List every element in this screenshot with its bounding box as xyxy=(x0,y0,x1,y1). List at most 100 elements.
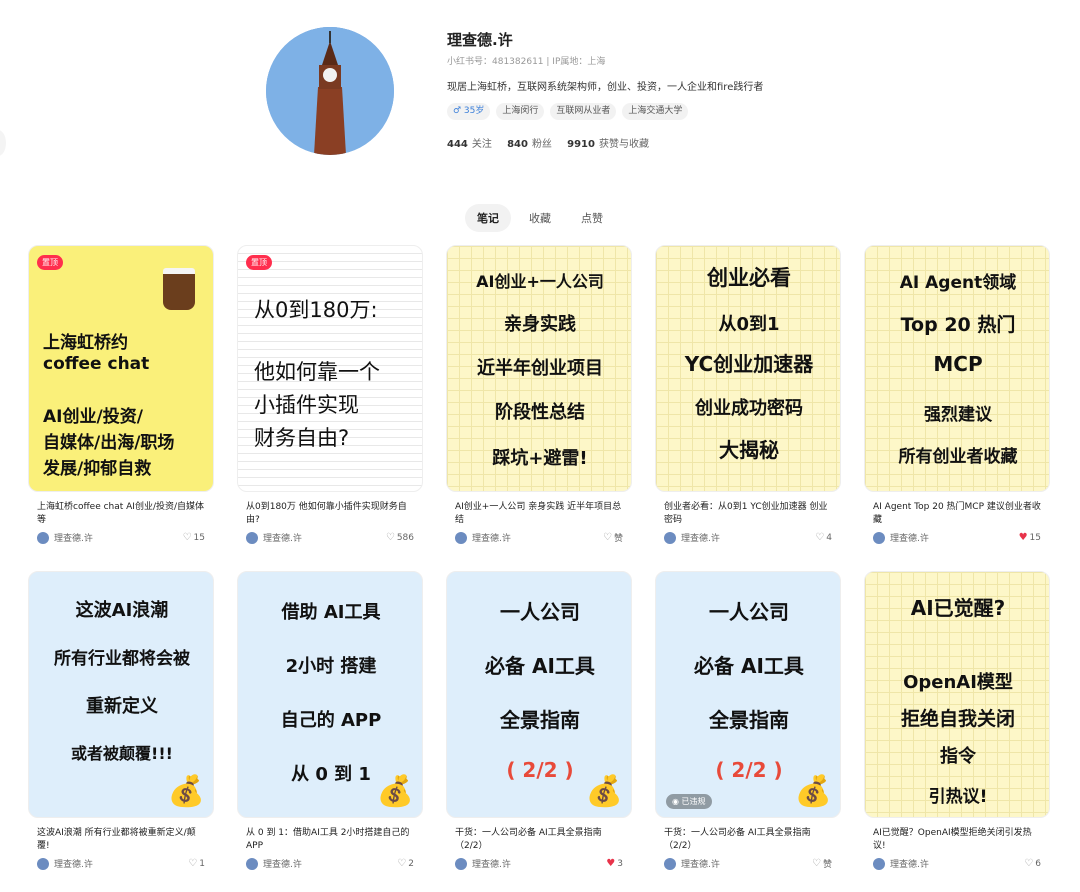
cover-line: 上海虹桥约 xyxy=(43,333,128,353)
note-title[interactable]: 创业者必看：从0到1 YC创业加速器 创业密码 xyxy=(655,501,841,527)
author-avatar[interactable] xyxy=(664,857,676,870)
note-cover[interactable]: 一人公司 必备 AI工具 全景指南 ( 2/2 ) 💰 xyxy=(446,571,632,818)
author-avatar[interactable] xyxy=(37,531,49,544)
note-card[interactable]: 置顶 上海虹桥约 coffee chat AI创业/投资/ 自媒体/出海/职场 … xyxy=(28,245,214,544)
note-cover[interactable]: 这波AI浪潮 所有行业都将会被 重新定义 或者被颠覆!!! 💰 xyxy=(28,571,214,818)
heart-icon[interactable]: ♡ xyxy=(397,858,406,869)
note-title[interactable]: 干货：一人公司必备 AI工具全景指南（2/2） xyxy=(655,827,841,853)
note-card[interactable]: AI已觉醒? OpenAI模型 拒绝自我关闭 指令 引热议! AI已觉醒？Ope… xyxy=(864,571,1050,870)
cover-line: AI已觉醒? xyxy=(910,596,1006,620)
author-name[interactable]: 理查德.许 xyxy=(472,857,606,870)
author-avatar[interactable] xyxy=(246,857,258,870)
like-count: 2 xyxy=(408,858,414,869)
note-cover[interactable]: 创业必看 从0到1 YC创业加速器 创业成功密码 大揭秘 xyxy=(655,245,841,492)
note-title[interactable]: 这波AI浪潮 所有行业都将被重新定义/颠覆! xyxy=(28,827,214,853)
note-card[interactable]: AI Agent领域 Top 20 热门 MCP 强烈建议 所有创业者收藏 AI… xyxy=(864,245,1050,544)
note-card[interactable]: 置顶 从0到180万: 他如何靠一个 小插件实现 财务自由? 从0到180万 他… xyxy=(237,245,423,544)
cover-line: OpenAI模型 xyxy=(903,672,1013,693)
note-cover[interactable]: AI Agent领域 Top 20 热门 MCP 强烈建议 所有创业者收藏 xyxy=(864,245,1050,492)
note-title[interactable]: 干货：一人公司必备 AI工具全景指南（2/2） xyxy=(446,827,632,853)
note-cover[interactable]: AI创业+一人公司 亲身实践 近半年创业项目 阶段性总结 踩坑+避雷! xyxy=(446,245,632,492)
note-title[interactable]: AI已觉醒？OpenAI模型拒绝关闭引发热议! xyxy=(864,827,1050,853)
author-name[interactable]: 理查德.许 xyxy=(681,857,812,870)
profile-stats: 444 关注 840 粉丝 9910 获赞与收藏 xyxy=(447,135,661,150)
cover-line: 全景指南 xyxy=(500,708,580,732)
heart-icon[interactable]: ♡ xyxy=(812,858,821,869)
profile-bio: 现居上海虹桥，互联网系统架构师，创业、投资，一人企业和fire践行者 xyxy=(447,82,764,93)
author-avatar[interactable] xyxy=(246,531,258,544)
side-scroll-button[interactable] xyxy=(0,130,6,156)
note-title[interactable]: 从0到180万 他如何靠小插件实现财务自由? xyxy=(237,501,423,527)
note-cover[interactable]: 置顶 上海虹桥约 coffee chat AI创业/投资/ 自媒体/出海/职场 … xyxy=(28,245,214,492)
cover-line: 从0到1 xyxy=(718,314,780,335)
note-cover[interactable]: 借助 AI工具 2小时 搭建 自己的 APP 从 0 到 1 💰 xyxy=(237,571,423,818)
profile-meta: 小红书号：481382611 | IP属地：上海 xyxy=(447,57,606,67)
heart-icon[interactable]: ♥ xyxy=(1019,532,1028,543)
note-cover[interactable]: AI已觉醒? OpenAI模型 拒绝自我关闭 指令 引热议! xyxy=(864,571,1050,818)
heart-icon[interactable]: ♡ xyxy=(1024,858,1033,869)
followers-count[interactable]: 840 xyxy=(507,139,528,150)
tab-collections[interactable]: 收藏 xyxy=(517,204,563,232)
heart-icon[interactable]: ♡ xyxy=(386,532,395,543)
cover-line: AI创业+一人公司 xyxy=(476,272,604,291)
following-label: 关注 xyxy=(471,139,492,150)
author-avatar[interactable] xyxy=(873,857,885,870)
avatar[interactable] xyxy=(266,27,394,155)
author-name[interactable]: 理查德.许 xyxy=(472,531,603,544)
author-avatar[interactable] xyxy=(455,531,467,544)
author-name[interactable]: 理查德.许 xyxy=(890,531,1019,544)
note-card[interactable]: 借助 AI工具 2小时 搭建 自己的 APP 从 0 到 1 💰 从 0 到 1… xyxy=(237,571,423,870)
following-count[interactable]: 444 xyxy=(447,139,468,150)
like-count: 15 xyxy=(193,532,205,543)
like-count: 3 xyxy=(617,858,623,869)
cover-line: 2小时 搭建 xyxy=(285,656,377,677)
cover-line: 踩坑+避雷! xyxy=(492,448,588,469)
cover-line: YC创业加速器 xyxy=(684,352,814,376)
author-avatar[interactable] xyxy=(664,531,676,544)
author-name[interactable]: 理查德.许 xyxy=(263,857,397,870)
note-cover[interactable]: 一人公司 必备 AI工具 全景指南 ( 2/2 ) ◉ 已违规 💰 xyxy=(655,571,841,818)
note-card[interactable]: 一人公司 必备 AI工具 全景指南 ( 2/2 ) ◉ 已违规 💰 干货：一人公… xyxy=(655,571,841,870)
author-name[interactable]: 理查德.许 xyxy=(263,531,386,544)
heart-icon[interactable]: ♡ xyxy=(188,858,197,869)
author-name[interactable]: 理查德.许 xyxy=(54,531,183,544)
note-title[interactable]: AI创业+一人公司 亲身实践 近半年项目总结 xyxy=(446,501,632,527)
author-name[interactable]: 理查德.许 xyxy=(890,857,1024,870)
note-card[interactable]: 一人公司 必备 AI工具 全景指南 ( 2/2 ) 💰 干货：一人公司必备 AI… xyxy=(446,571,632,870)
tab-notes[interactable]: 笔记 xyxy=(465,204,511,232)
note-title[interactable]: 从 0 到 1：借助AI工具 2小时搭建自己的APP xyxy=(237,827,423,853)
like-count: 15 xyxy=(1029,532,1041,543)
note-cover[interactable]: 置顶 从0到180万: 他如何靠一个 小插件实现 财务自由? xyxy=(237,245,423,492)
author-avatar[interactable] xyxy=(873,531,885,544)
heart-icon[interactable]: ♡ xyxy=(183,532,192,543)
heart-icon[interactable]: ♥ xyxy=(606,858,615,869)
profile-tags: ♂ 35岁 上海闵行 互联网从业者 上海交通大学 xyxy=(447,103,689,120)
cover-line: MCP xyxy=(933,352,983,376)
heart-icon[interactable]: ♡ xyxy=(603,532,612,543)
heart-icon[interactable]: ♡ xyxy=(815,532,824,543)
cover-line: 阶段性总结 xyxy=(495,402,585,423)
author-avatar[interactable] xyxy=(455,857,467,870)
cover-line: 借助 AI工具 xyxy=(281,602,381,623)
cover-line: 从0到180万: xyxy=(254,298,378,322)
note-title[interactable]: 上海虹桥coffee chat AI创业/投资/自媒体等 xyxy=(28,501,214,527)
cover-line: 所有行业都将会被 xyxy=(54,649,190,669)
violation-badge: ◉ 已违规 xyxy=(666,794,712,809)
money-bag-icon: 💰 xyxy=(585,774,623,809)
note-card[interactable]: AI创业+一人公司 亲身实践 近半年创业项目 阶段性总结 踩坑+避雷! AI创业… xyxy=(446,245,632,544)
author-name[interactable]: 理查德.许 xyxy=(681,531,815,544)
note-card[interactable]: 这波AI浪潮 所有行业都将会被 重新定义 或者被颠覆!!! 💰 这波AI浪潮 所… xyxy=(28,571,214,870)
cover-line: 大揭秘 xyxy=(719,438,779,462)
followers-label: 粉丝 xyxy=(531,139,552,150)
profile-tabs: 笔记 收藏 点赞 xyxy=(0,204,1080,232)
note-title[interactable]: AI Agent Top 20 热门MCP 建议创业者收藏 xyxy=(864,501,1050,527)
cover-line: 财务自由? xyxy=(254,426,350,450)
likes-label: 获赞与收藏 xyxy=(598,139,649,150)
money-bag-icon: 💰 xyxy=(794,774,832,809)
tab-likes[interactable]: 点赞 xyxy=(569,204,615,232)
like-count: 586 xyxy=(396,532,414,543)
author-name[interactable]: 理查德.许 xyxy=(54,857,188,870)
author-avatar[interactable] xyxy=(37,857,49,870)
note-card[interactable]: 创业必看 从0到1 YC创业加速器 创业成功密码 大揭秘 创业者必看：从0到1 … xyxy=(655,245,841,544)
cover-line: 全景指南 xyxy=(709,708,789,732)
